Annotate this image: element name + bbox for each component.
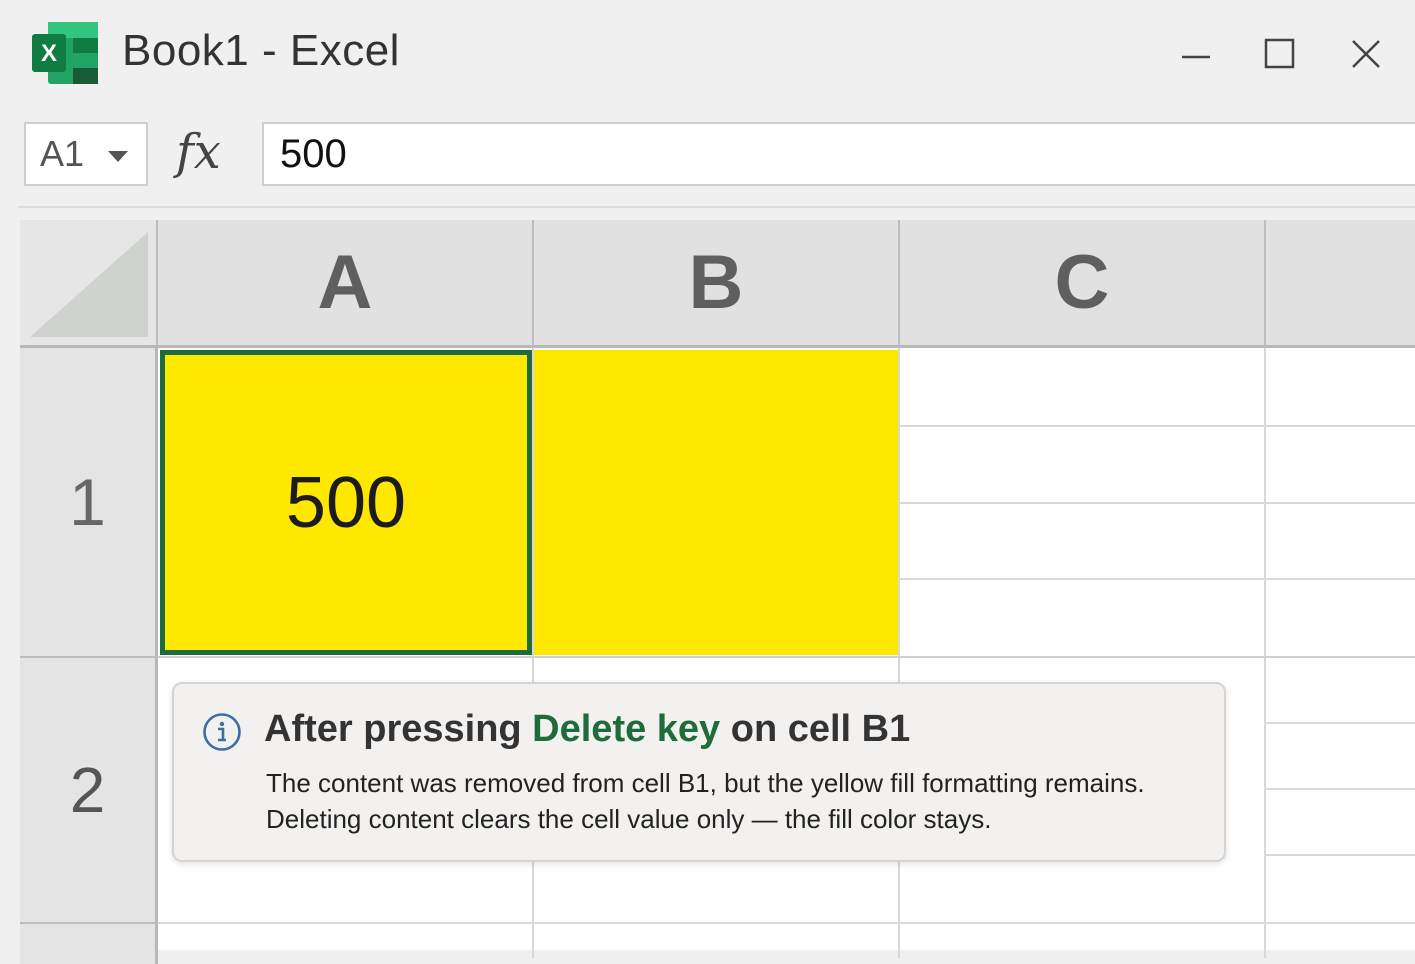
column-header-b[interactable]: B bbox=[534, 220, 900, 348]
gridline bbox=[1264, 348, 1266, 958]
name-box-value: A1 bbox=[40, 133, 85, 174]
select-all-icon bbox=[30, 232, 148, 337]
callout-title: After pressing Delete key on cell B1 bbox=[264, 708, 910, 751]
select-all-button[interactable] bbox=[20, 220, 158, 348]
gridline bbox=[900, 425, 1415, 427]
callout-line-1: The content was removed from cell B1, bu… bbox=[266, 768, 1145, 798]
column-label: C bbox=[1054, 240, 1110, 325]
info-icon bbox=[203, 713, 241, 751]
insert-function-button[interactable]: fx bbox=[176, 124, 221, 180]
gridline bbox=[1266, 854, 1415, 856]
chevron-down-icon[interactable] bbox=[108, 151, 128, 162]
row-header-1[interactable]: 1 bbox=[20, 348, 158, 658]
formula-input[interactable]: 500 bbox=[262, 122, 1415, 186]
column-header-a[interactable]: A bbox=[158, 220, 534, 348]
gridline bbox=[898, 348, 900, 958]
gridline bbox=[1266, 788, 1415, 790]
callout-title-pre: After pressing bbox=[264, 708, 533, 750]
gridline bbox=[1266, 722, 1415, 724]
maximize-button[interactable] bbox=[1250, 24, 1310, 84]
divider bbox=[18, 206, 1415, 208]
cell-value: 500 bbox=[285, 462, 407, 543]
cell-a1[interactable]: 500 bbox=[160, 350, 532, 655]
column-header-c[interactable]: C bbox=[900, 220, 1266, 348]
row-header-3[interactable] bbox=[20, 924, 158, 964]
row-header-2[interactable]: 2 bbox=[20, 658, 158, 924]
callout-title-highlight: Delete key bbox=[532, 708, 721, 750]
gridline bbox=[900, 502, 1415, 504]
close-button[interactable] bbox=[1336, 24, 1396, 84]
minimize-icon bbox=[1182, 55, 1210, 59]
minimize-button[interactable] bbox=[1166, 24, 1226, 84]
maximize-icon bbox=[1264, 38, 1295, 69]
svg-text:X: X bbox=[41, 40, 57, 67]
column-label: B bbox=[688, 240, 744, 325]
info-callout: After pressing Delete key on cell B1 The… bbox=[172, 682, 1226, 862]
cell-b1[interactable] bbox=[534, 350, 898, 655]
column-header-d[interactable] bbox=[1266, 220, 1415, 348]
excel-logo-icon: X bbox=[32, 22, 98, 84]
row-label: 2 bbox=[69, 754, 106, 826]
gridline bbox=[900, 578, 1415, 580]
close-icon bbox=[1352, 40, 1380, 68]
row-label: 1 bbox=[69, 465, 106, 539]
gridline bbox=[158, 656, 1415, 658]
window-title: Book1 - Excel bbox=[122, 26, 400, 75]
gridline bbox=[158, 922, 1415, 924]
name-box[interactable]: A1 bbox=[24, 122, 148, 186]
callout-line-2: Deleting content clears the cell value o… bbox=[266, 804, 992, 834]
callout-title-post: on cell B1 bbox=[720, 708, 911, 750]
column-label: A bbox=[317, 240, 373, 325]
